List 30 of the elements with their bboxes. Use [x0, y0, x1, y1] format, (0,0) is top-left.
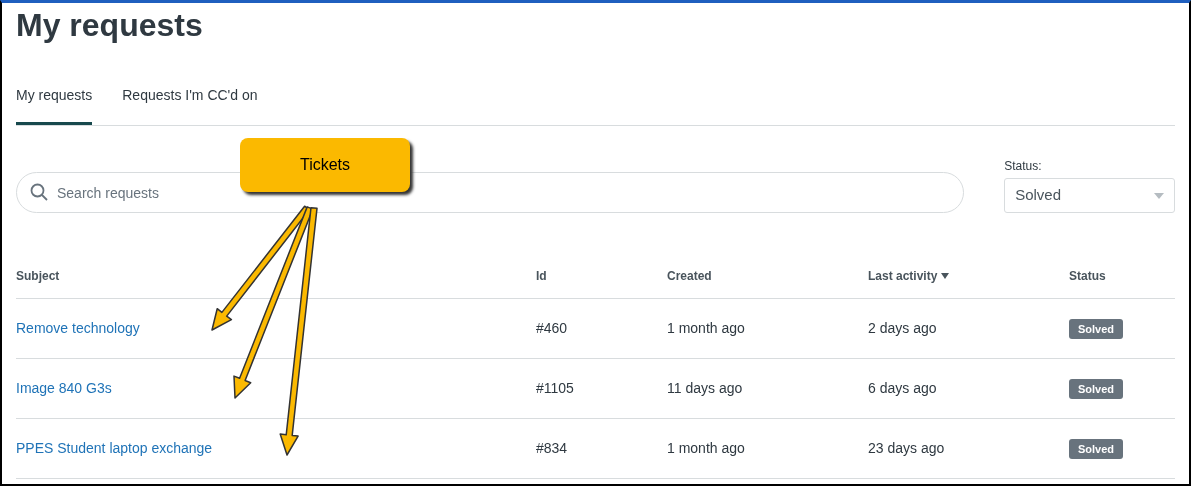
tab[interactable]: Requests I'm CC'd on [122, 83, 258, 125]
table-cell: 6 days ago [868, 380, 937, 396]
status-badge: Solved [1069, 439, 1124, 459]
table-cell: 1 month ago [667, 440, 745, 456]
table-cell: 2 days ago [868, 320, 937, 336]
page-title: My requests [16, 9, 203, 41]
request-link[interactable]: Remove technology [16, 320, 140, 336]
status-dropdown[interactable]: Solved [1004, 178, 1175, 213]
callout: Tickets [240, 138, 410, 192]
sort-down-icon [941, 273, 950, 279]
table-cell: #1105 [536, 380, 574, 396]
field-label: Status: [1004, 158, 1043, 175]
table-cell: #460 [536, 320, 568, 336]
search-icon [30, 183, 48, 201]
column-header[interactable]: Id [536, 267, 547, 285]
request-link[interactable]: PPES Student laptop exchange [16, 440, 213, 456]
table-cell: 1 month ago [667, 320, 745, 336]
search-field[interactable]: Search requests [16, 172, 965, 213]
table-cell: #834 [536, 440, 568, 456]
table-cell: 23 days ago [868, 440, 945, 456]
column-header[interactable]: Last activity [868, 267, 950, 285]
request-link[interactable]: Image 840 G3s [16, 380, 112, 396]
column-header[interactable]: Status [1069, 267, 1106, 285]
status-badge: Solved [1069, 379, 1124, 399]
column-header[interactable]: Subject [16, 267, 60, 285]
status-badge: Solved [1069, 319, 1124, 339]
caret-down-icon [1154, 192, 1164, 199]
tab[interactable]: My requests [16, 83, 93, 125]
column-header[interactable]: Created [667, 267, 712, 285]
table-cell: 11 days ago [667, 380, 743, 396]
